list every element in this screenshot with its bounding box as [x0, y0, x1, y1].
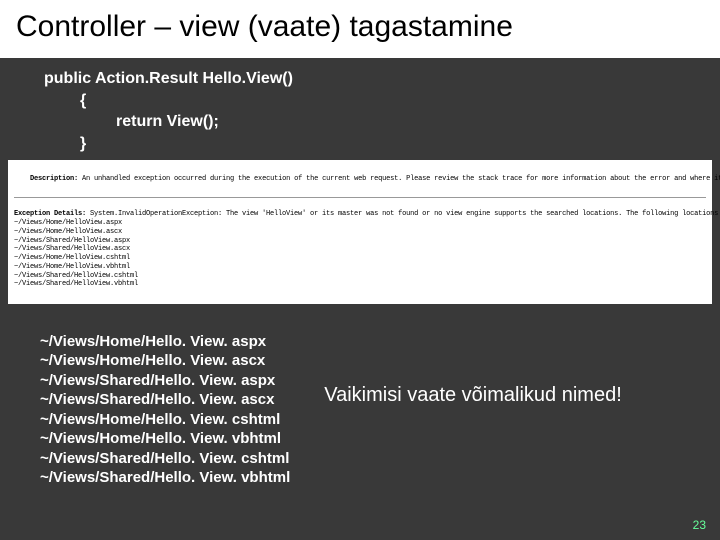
error-searched-path: ~/Views/Home/HelloView.aspx — [14, 219, 122, 227]
error-searched-path: ~/Views/Shared/HelloView.cshtml — [14, 272, 138, 280]
error-searched-path: ~/Views/Home/HelloView.cshtml — [14, 254, 130, 262]
list-item: ~/Views/Shared/Hello. View. cshtml — [40, 449, 290, 469]
view-paths-list: ~/Views/Home/Hello. View. aspx ~/Views/H… — [40, 332, 290, 488]
divider — [14, 197, 706, 198]
error-searched-path: ~/Views/Home/HelloView.ascx — [14, 228, 122, 236]
list-item: ~/Views/Home/Hello. View. vbhtml — [40, 429, 290, 449]
list-item: ~/Views/Shared/Hello. View. vbhtml — [40, 468, 290, 488]
code-sample: public Action.Result Hello.View() { retu… — [44, 68, 720, 154]
page-number: 23 — [693, 518, 706, 532]
error-detail-text: System.InvalidOperationException: The vi… — [86, 210, 720, 218]
error-searched-path: ~/Views/Shared/HelloView.aspx — [14, 237, 130, 245]
list-item: ~/Views/Shared/Hello. View. aspx — [40, 371, 290, 391]
list-item: ~/Views/Shared/Hello. View. ascx — [40, 390, 290, 410]
error-panel: Description: An unhandled exception occu… — [8, 160, 712, 304]
list-item: ~/Views/Home/Hello. View. cshtml — [40, 410, 290, 430]
code-line-return: return View(); — [116, 111, 720, 133]
error-description-text: An unhandled exception occurred during t… — [78, 175, 720, 183]
code-line-open-brace: { — [80, 90, 720, 112]
slide-title: Controller – view (vaate) tagastamine — [0, 0, 720, 58]
error-searched-path: ~/Views/Shared/HelloView.vbhtml — [14, 280, 138, 288]
list-item: ~/Views/Home/Hello. View. ascx — [40, 351, 290, 371]
error-detail-label: Exception Details: — [14, 210, 86, 218]
code-line-1: public Action.Result Hello.View() — [44, 68, 720, 90]
list-item: ~/Views/Home/Hello. View. aspx — [40, 332, 290, 352]
lower-row: ~/Views/Home/Hello. View. aspx ~/Views/H… — [40, 332, 710, 488]
error-searched-path: ~/Views/Shared/HelloView.ascx — [14, 245, 130, 253]
error-searched-path: ~/Views/Home/HelloView.vbhtml — [14, 263, 130, 271]
slide: Controller – view (vaate) tagastamine pu… — [0, 0, 720, 540]
code-line-close-brace: } — [80, 133, 720, 155]
error-description-label: Description: — [30, 175, 78, 183]
default-view-names-caption: Vaikimisi vaate võimalikud nimed! — [324, 384, 622, 407]
